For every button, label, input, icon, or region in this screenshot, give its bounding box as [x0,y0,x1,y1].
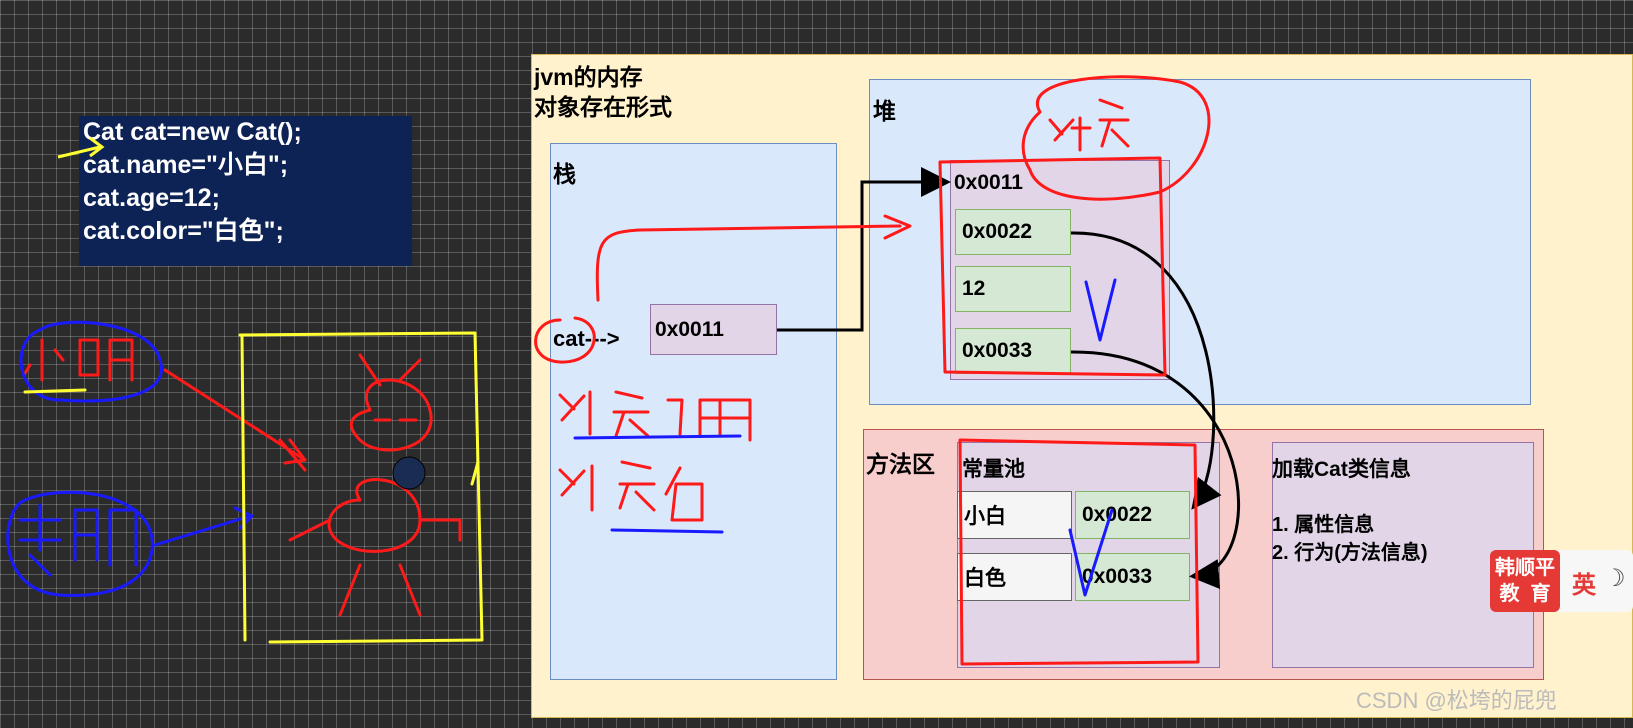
yellow-pointer-arrow [57,136,105,159]
red-circle-object [1021,75,1211,201]
red-text-object-ref [558,390,752,442]
blue-underline-object-ref [573,434,742,440]
blue-underline-object-name [610,528,724,534]
blue-text-lisi [18,503,138,577]
red-text-xiaoming [22,338,134,382]
red-text-object [1048,98,1130,152]
yellow-underline-xiaoming [23,388,87,394]
cursor-dot [392,456,426,490]
blue-check-heap [1084,278,1117,342]
blue-check-pool [1068,508,1114,597]
ref-arrow-name [1070,231,1222,510]
blue-arrow-lisi [153,506,254,547]
yellow-frame [238,331,484,644]
ref-arrow-stack-to-heap [777,167,951,332]
blue-circle-lisi [6,490,154,597]
red-stick-figure [278,353,462,617]
red-arrow-xiaoming [163,368,307,465]
red-rect-constant-pool [958,438,1200,666]
annotation-layer [6,75,1240,666]
red-text-object-name [558,460,704,522]
red-circle-cat [534,316,596,364]
